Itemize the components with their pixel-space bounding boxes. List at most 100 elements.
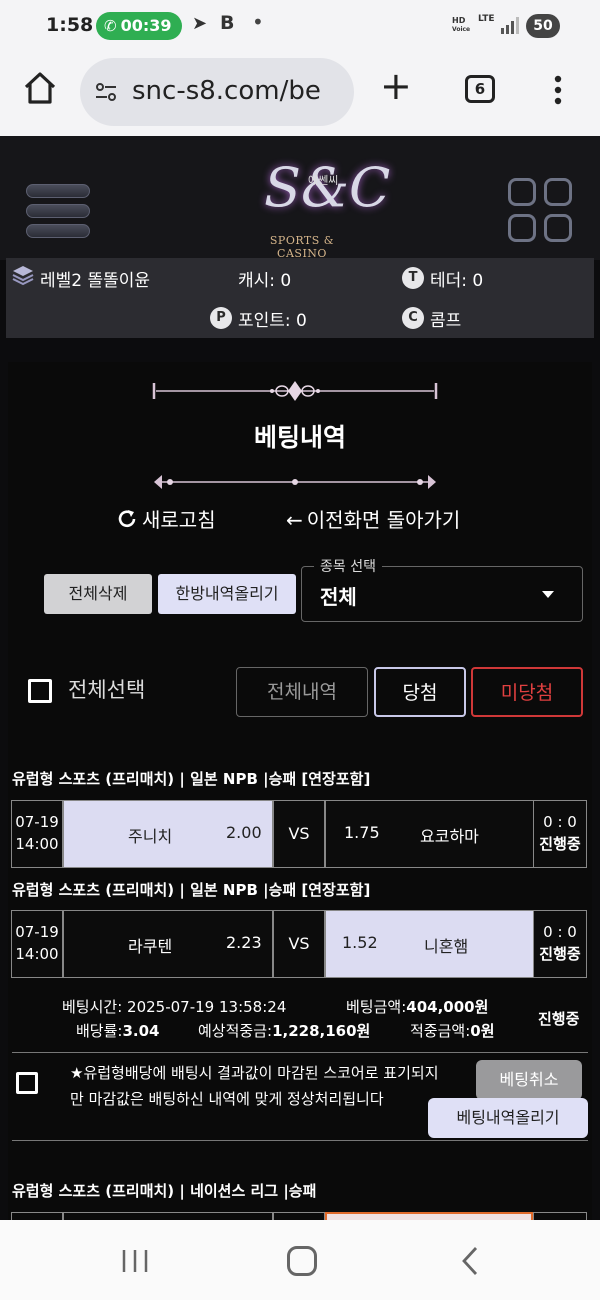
bet-date-day: 07-19	[15, 813, 59, 831]
logo-tagline: SPORTS & CASINO	[269, 234, 335, 260]
vs-cell: VS	[273, 800, 325, 868]
select-all-label: 전체선택	[68, 678, 146, 702]
phone-icon: ✆	[104, 17, 117, 35]
bet-status: 진행중	[539, 835, 581, 853]
filter-all-button[interactable]: 전체내역	[236, 667, 368, 717]
away-team-cell[interactable]: 1.52 니혼햄	[325, 910, 535, 978]
bet-date-time: 14:00	[15, 945, 59, 963]
site-logo[interactable]: S&C 에쎈씨 SPORTS & CASINO	[236, 146, 390, 260]
won-amount: 적중금액:0원	[410, 1020, 495, 1041]
home-team-odds: 2.00	[226, 823, 262, 842]
bet-time-label: 베팅시간:	[62, 998, 123, 1016]
grid-menu-icon[interactable]	[508, 178, 574, 244]
bet-status: 진행중	[539, 945, 581, 963]
tether-icon: T	[402, 267, 424, 289]
recent-apps-icon[interactable]	[120, 1248, 150, 1274]
new-tab-plus-icon[interactable]: +	[380, 67, 412, 105]
ornament-divider-icon	[152, 381, 438, 401]
home-icon[interactable]	[22, 70, 58, 106]
filter-win-button[interactable]: 당첨	[374, 667, 466, 717]
bet-header: 유럽형 스포츠 (프리매치) | 일본 NPB |승패 [연장포함]	[12, 770, 371, 788]
hd-voice-icon: HD Voice	[452, 16, 470, 34]
grid-cell	[544, 178, 572, 206]
battery-icon: 50	[526, 14, 560, 38]
expected-win-label: 예상적중금:	[198, 1022, 273, 1040]
bet-row: 07-19 14:00 주니치 2.00 VS 1.75 요코하마 0 : 0 …	[11, 800, 587, 868]
sport-select[interactable]: 종목 선택 전체	[301, 556, 583, 622]
hamburger-menu-icon[interactable]	[26, 184, 92, 240]
home-team-cell[interactable]: 주니치 2.00	[63, 800, 273, 868]
upload-bet-button[interactable]: 베팅내역올리기	[428, 1098, 588, 1138]
app-b-icon: B	[220, 12, 235, 34]
grid-cell	[508, 214, 536, 242]
hamburger-line	[26, 204, 90, 218]
home-nav-icon[interactable]	[287, 1246, 317, 1276]
grid-cell	[508, 178, 536, 206]
call-indicator[interactable]: ✆ 00:39	[96, 12, 182, 40]
bet-status-cell: 0 : 0 진행중	[533, 910, 587, 978]
page-title: 베팅내역	[253, 423, 346, 452]
points-icon: P	[210, 307, 232, 329]
arrow-left-icon: ←	[286, 508, 303, 532]
grid-cell	[544, 214, 572, 242]
user-comp[interactable]: 콤프	[430, 306, 461, 331]
notification-dot-icon: •	[252, 10, 264, 34]
signal-icon	[501, 17, 519, 34]
expected-win: 예상적중금:1,228,160원	[198, 1020, 370, 1041]
upload-batch-button[interactable]: 한방내역올리기	[158, 574, 296, 614]
bet-row: 07-19 14:00 라쿠텐 2.23 VS 1.52 니혼햄 0 : 0 진…	[11, 910, 587, 978]
sport-select-value: 전체	[320, 585, 357, 609]
odds: 배당률:3.04	[76, 1020, 159, 1041]
hd-voice-sublabel: Voice	[452, 26, 471, 33]
bet-score: 0 : 0	[543, 813, 577, 831]
away-team-odds: 1.52	[342, 933, 378, 952]
select-all-checkbox[interactable]	[28, 679, 52, 703]
dropdown-arrow-icon	[542, 591, 554, 598]
won-amount-value: 0원	[470, 1022, 495, 1040]
bet-date-day: 07-19	[15, 923, 59, 941]
status-bar: 1:58 ✆ 00:39 ➤ B • HD Voice LTE 50	[0, 0, 600, 54]
home-team-cell[interactable]: 라쿠텐 2.23	[63, 910, 273, 978]
site-settings-icon[interactable]	[94, 80, 118, 104]
refresh-link[interactable]: 새로고침	[116, 504, 216, 533]
user-cash: 캐시: 0	[238, 271, 292, 291]
logo-korean: 에쎈씨	[308, 174, 339, 187]
more-vert-icon[interactable]	[548, 72, 568, 108]
back-nav-icon[interactable]	[458, 1246, 482, 1276]
tab-switcher-button[interactable]: 6	[465, 75, 495, 103]
notice-text: ★유럽형배당에 배팅시 결과값이 마감된 스코어로 표기되지만 마감값은 배팅하…	[70, 1064, 439, 1108]
hamburger-line	[26, 224, 90, 238]
odds-label: 배당률:	[76, 1022, 123, 1040]
won-amount-label: 적중금액:	[410, 1022, 471, 1040]
bet-header: 유럽형 스포츠 (프리매치) | 네이션스 리그 |승패	[12, 1182, 317, 1200]
bet-amount-label: 베팅금액:	[346, 998, 407, 1016]
back-label: 이전화면 돌아가기	[306, 508, 461, 532]
expected-win-value: 1,228,160원	[272, 1022, 371, 1040]
bet-amount-value: 404,000원	[406, 998, 489, 1016]
site-header: S&C 에쎈씨 SPORTS & CASINO	[0, 136, 600, 260]
bet-status-cell: 0 : 0 진행중	[533, 800, 587, 868]
telegram-icon: ➤	[192, 13, 208, 34]
bet-amount: 베팅금액:404,000원	[346, 996, 488, 1017]
summary-status: 진행중	[538, 1010, 580, 1028]
away-team-cell[interactable]: 1.75 요코하마	[325, 800, 535, 868]
back-link[interactable]: ← 이전화면 돌아가기	[286, 504, 460, 533]
delete-all-button[interactable]: 전체삭제	[44, 574, 152, 614]
odds-value: 3.04	[122, 1022, 160, 1040]
address-bar[interactable]: snc-s8.com/be	[80, 58, 354, 126]
away-team-name: 니혼햄	[424, 937, 469, 956]
bet-time: 베팅시간: 2025-07-19 13:58:24	[62, 996, 286, 1017]
bet-header: 유럽형 스포츠 (프리매치) | 일본 NPB |승패 [연장포함]	[12, 881, 371, 899]
bet-select-checkbox[interactable]	[16, 1072, 38, 1094]
cancel-bet-button[interactable]: 베팅취소	[476, 1060, 582, 1100]
sport-select-legend: 종목 선택	[314, 556, 382, 576]
bet-date: 07-19 14:00	[11, 910, 63, 978]
user-info-panel: 레벨2 똘똘이윤 캐시: 0 T 테더: 0 P 포인트: 0 C 콤프	[6, 258, 594, 338]
lte-icon: LTE	[478, 14, 495, 24]
home-team-odds: 2.23	[226, 933, 262, 952]
hd-voice-label: HD	[452, 16, 466, 25]
away-team-odds: 1.75	[344, 823, 380, 842]
home-team-name: 주니치	[128, 827, 173, 846]
bet-date-time: 14:00	[15, 835, 59, 853]
filter-lose-button[interactable]: 미당첨	[471, 667, 583, 717]
